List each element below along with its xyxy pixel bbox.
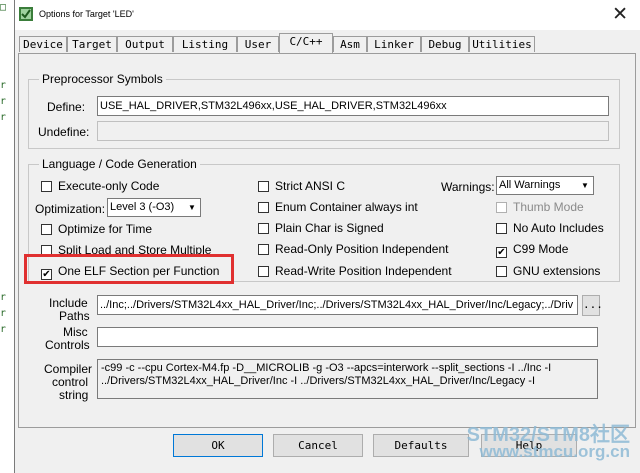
editor-fragment: r — [0, 324, 7, 335]
check-icon: ✔ — [496, 247, 507, 258]
compiler-control-string: -c99 -c --cpu Cortex-M4.fp -D__MICROLIB … — [97, 359, 598, 399]
ok-button[interactable]: OK — [173, 434, 263, 457]
gnu-extensions-checkbox[interactable]: GNU extensions — [496, 264, 600, 278]
close-icon[interactable]: ✕ — [612, 3, 628, 25]
tab-utilities[interactable]: Utilities — [469, 36, 535, 52]
paths-label: Paths — [59, 309, 90, 323]
control-label: control — [52, 375, 89, 389]
preprocessor-legend: Preprocessor Symbols — [39, 72, 166, 86]
tab-device[interactable]: Device — [19, 36, 67, 52]
define-field[interactable]: USE_HAL_DRIVER,STM32L496xx,USE_HAL_DRIVE… — [97, 96, 609, 116]
title-bar: Options for Target 'LED' ✕ — [15, 0, 640, 30]
no-auto-includes-checkbox[interactable]: No Auto Includes — [496, 221, 604, 235]
editor-fragment: r — [0, 292, 7, 303]
undefine-label: Undefine: — [38, 125, 90, 139]
include-label: Include — [49, 296, 88, 310]
misc-controls-field[interactable] — [97, 327, 598, 347]
defaults-button[interactable]: Defaults — [373, 434, 469, 457]
highlight-box — [24, 254, 234, 284]
checkbox-box — [496, 266, 507, 277]
checkbox-box — [258, 181, 269, 192]
editor-fragment: □ — [0, 2, 7, 13]
plain-char-checkbox[interactable]: Plain Char is Signed — [258, 221, 384, 235]
warnings-label: Warnings: — [441, 180, 495, 194]
background-editor-edge: □ r r r r r r — [0, 0, 14, 473]
execute-only-checkbox[interactable]: Execute-only Code — [41, 179, 159, 193]
tab-output[interactable]: Output — [117, 36, 173, 52]
watermark-url: www.stmcu.org.cn — [479, 442, 630, 461]
chevron-down-icon: ▼ — [581, 181, 589, 190]
optimization-label: Optimization: — [35, 202, 106, 216]
string-label: string — [59, 388, 89, 402]
checkbox-box — [496, 223, 507, 234]
tab-target[interactable]: Target — [67, 36, 117, 52]
checkbox-box — [41, 181, 52, 192]
optimize-time-checkbox[interactable]: Optimize for Time — [41, 222, 152, 236]
strict-ansi-checkbox[interactable]: Strict ANSI C — [258, 179, 345, 193]
checkbox-box — [258, 223, 269, 234]
ropi-checkbox[interactable]: Read-Only Position Independent — [258, 242, 448, 256]
define-label: Define: — [47, 100, 86, 114]
controls-label: Controls — [45, 338, 90, 352]
tab-debug[interactable]: Debug — [421, 36, 469, 52]
rwpi-checkbox[interactable]: Read-Write Position Independent — [258, 264, 452, 278]
undefine-field[interactable] — [97, 121, 609, 141]
tab-linker[interactable]: Linker — [367, 36, 421, 52]
checkbox-box — [258, 266, 269, 277]
compiler-label: Compiler — [44, 362, 93, 376]
cancel-button[interactable]: Cancel — [273, 434, 363, 457]
language-legend: Language / Code Generation — [39, 157, 200, 171]
editor-fragment: r — [0, 96, 7, 107]
editor-fragment: r — [0, 112, 7, 123]
tab-listing[interactable]: Listing — [173, 36, 237, 52]
tab-c-cpp[interactable]: C/C++ — [279, 33, 333, 53]
options-dialog: Options for Target 'LED' ✕ Device Target… — [14, 0, 640, 473]
window-title: Options for Target 'LED' — [39, 9, 134, 19]
misc-label: Misc — [63, 325, 88, 339]
tab-user[interactable]: User — [237, 36, 279, 52]
editor-fragment: r — [0, 308, 7, 319]
preprocessor-group: Preprocessor Symbols Define: USE_HAL_DRI… — [28, 72, 620, 149]
enum-container-checkbox[interactable]: Enum Container always int — [258, 200, 418, 214]
optimization-select[interactable]: Level 3 (-O3) ▼ — [107, 198, 201, 217]
checkbox-box — [41, 224, 52, 235]
warnings-select[interactable]: All Warnings ▼ — [496, 176, 594, 195]
tab-strip: Device Target Output Listing User C/C++ … — [15, 33, 640, 54]
chevron-down-icon: ▼ — [188, 203, 196, 212]
editor-fragment: r — [0, 80, 7, 91]
app-icon — [19, 7, 33, 21]
tab-asm[interactable]: Asm — [333, 36, 367, 52]
checkbox-box — [258, 202, 269, 213]
c-cpp-panel: Preprocessor Symbols Define: USE_HAL_DRI… — [18, 53, 636, 428]
thumb-mode-checkbox[interactable]: Thumb Mode — [496, 200, 584, 214]
c99-mode-checkbox[interactable]: ✔ C99 Mode — [496, 242, 568, 258]
checkbox-box — [496, 202, 507, 213]
include-paths-field[interactable]: ../Inc;../Drivers/STM32L4xx_HAL_Driver/I… — [97, 295, 578, 315]
checkbox-box — [258, 244, 269, 255]
browse-button[interactable]: ... — [582, 295, 603, 316]
